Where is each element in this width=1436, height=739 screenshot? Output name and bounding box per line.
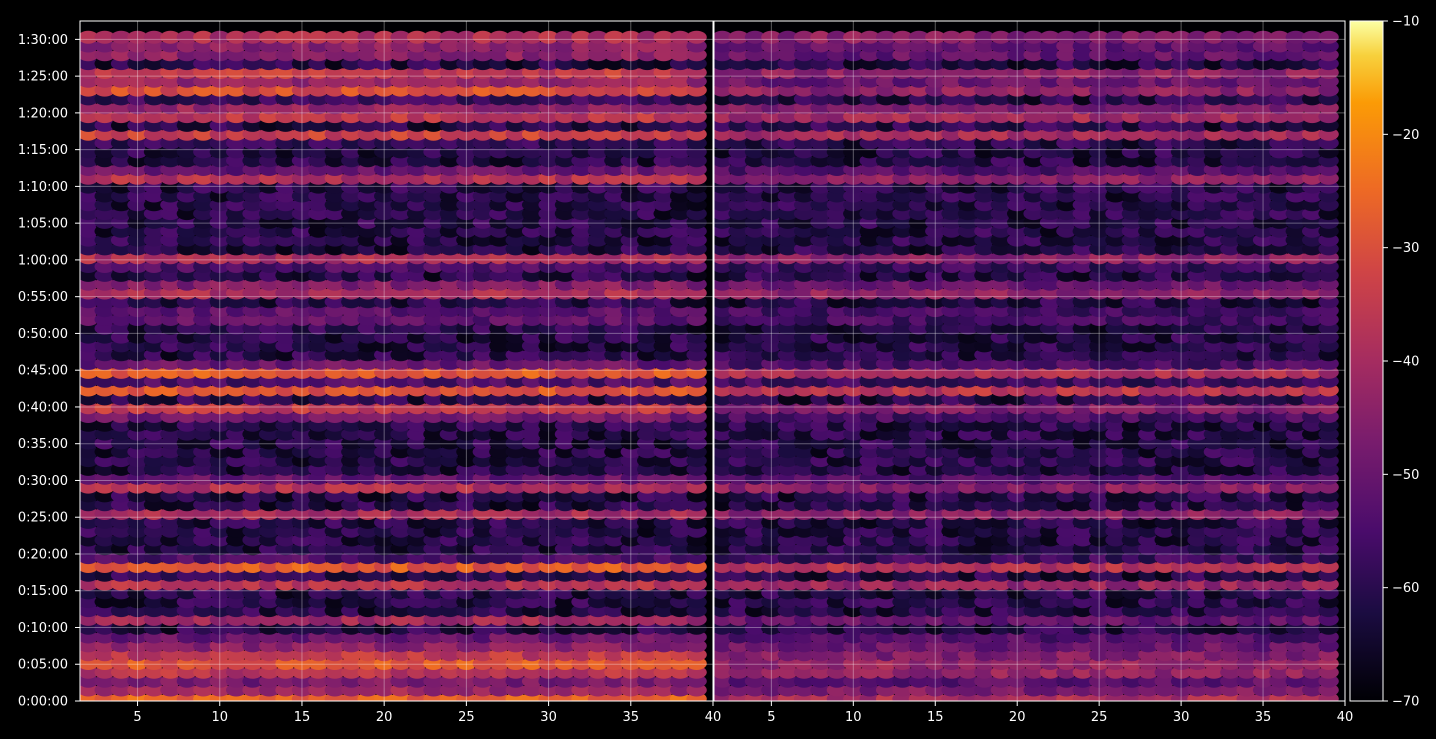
right-panel-heatmap	[714, 21, 1345, 701]
heatmap-chart: 0:00:000:05:000:10:000:15:000:20:000:25:…	[0, 0, 1436, 739]
heatmap-cell	[686, 30, 707, 44]
left-panel-heatmap	[80, 21, 713, 701]
